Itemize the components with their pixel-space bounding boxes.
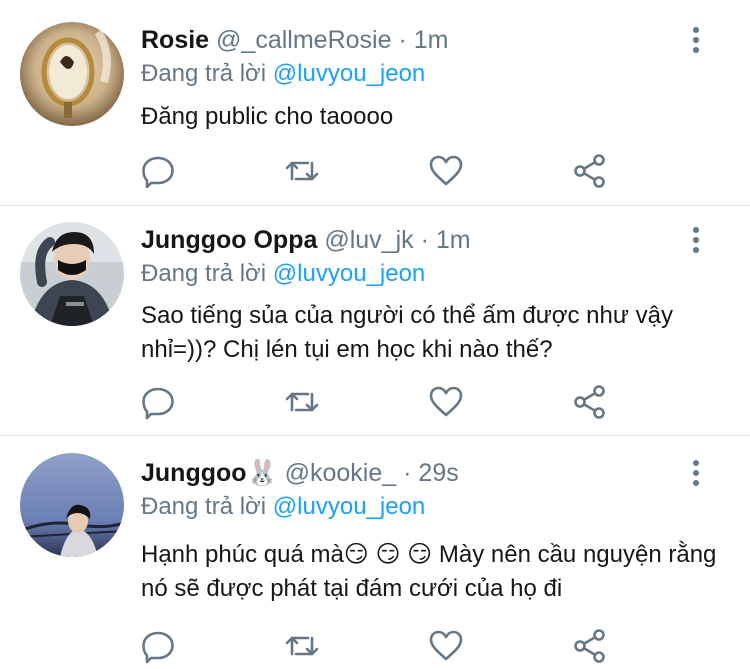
more-options-button[interactable] — [682, 224, 710, 256]
timestamp[interactable]: 1m — [414, 26, 449, 54]
user-handle[interactable]: @luv_jk — [324, 226, 413, 254]
comment-icon — [142, 156, 174, 189]
tweet-1[interactable]: Rosie @_callmeRosie · 1m Đang trả lời @l… — [0, 0, 750, 205]
separator-dot: · — [403, 459, 412, 487]
tweet-text: Hạnh phúc quá mà😏 😏 😏 Mày nên cầu nguyện… — [141, 541, 717, 602]
retweet-icon — [285, 161, 319, 181]
more-vertical-icon — [693, 27, 699, 53]
display-name[interactable]: Rosie — [141, 26, 209, 54]
reply-context: Đang trả lời @luvyou_jeon — [141, 258, 425, 290]
tweet-header: Rosie @_callmeRosie · 1m — [141, 24, 448, 56]
share-button[interactable] — [570, 151, 610, 191]
more-options-button[interactable] — [682, 24, 710, 56]
user-handle[interactable]: @kookie_ — [285, 459, 397, 487]
like-button[interactable] — [426, 151, 466, 191]
reply-mention-link[interactable]: @luvyou_jeon — [273, 493, 425, 520]
user-handle[interactable]: @_callmeRosie — [216, 26, 391, 54]
comment-icon — [142, 631, 174, 664]
share-icon — [574, 629, 605, 663]
reply-mention-link[interactable]: @luvyou_jeon — [273, 260, 425, 287]
more-options-button[interactable] — [682, 457, 710, 489]
reply-prefix: Đang trả lời — [141, 60, 267, 87]
timestamp[interactable]: 29s — [418, 459, 458, 487]
tweet-text: Đăng public cho taoooo — [141, 103, 394, 130]
reply-button[interactable] — [138, 382, 178, 422]
reply-prefix: Đang trả lời — [141, 260, 267, 287]
tweet-header: Junggoo🐰 @kookie_ · 29s — [141, 457, 459, 489]
avatar[interactable] — [20, 453, 124, 557]
reply-button[interactable] — [138, 151, 178, 191]
tweet-header: Junggoo Oppa @luv_jk · 1m — [141, 224, 471, 256]
display-name[interactable]: Junggoo Oppa — [141, 226, 317, 254]
retweet-icon — [285, 636, 319, 656]
reply-context: Đang trả lời @luvyou_jeon — [141, 58, 425, 90]
tweet-text: Sao tiếng sủa của người có thể ấm được n… — [141, 302, 673, 363]
heart-icon — [429, 630, 463, 661]
share-button[interactable] — [570, 382, 610, 422]
separator-dot: · — [420, 226, 429, 254]
retweet-button[interactable] — [282, 382, 322, 422]
avatar[interactable] — [20, 222, 124, 326]
reply-button[interactable] — [138, 626, 178, 666]
more-vertical-icon — [693, 460, 699, 486]
display-name[interactable]: Junggoo🐰 — [141, 459, 278, 487]
heart-icon — [429, 155, 463, 186]
comment-icon — [142, 387, 174, 420]
share-icon — [574, 385, 605, 419]
tweet-2[interactable]: Junggoo Oppa @luv_jk · 1m Đang trả lời @… — [0, 206, 750, 435]
timestamp[interactable]: 1m — [436, 226, 471, 254]
retweet-button[interactable] — [282, 151, 322, 191]
share-button[interactable] — [570, 626, 610, 666]
separator-dot: · — [398, 26, 407, 54]
like-button[interactable] — [426, 382, 466, 422]
reply-context: Đang trả lời @luvyou_jeon — [141, 491, 425, 523]
retweet-button[interactable] — [282, 626, 322, 666]
reply-prefix: Đang trả lời — [141, 493, 267, 520]
avatar[interactable] — [20, 22, 124, 126]
more-vertical-icon — [693, 227, 699, 253]
heart-icon — [429, 386, 463, 417]
like-button[interactable] — [426, 626, 466, 666]
retweet-icon — [285, 392, 319, 412]
reply-mention-link[interactable]: @luvyou_jeon — [273, 60, 425, 87]
tweet-3[interactable]: Junggoo🐰 @kookie_ · 29s Đang trả lời @lu… — [0, 436, 750, 669]
share-icon — [574, 154, 605, 188]
